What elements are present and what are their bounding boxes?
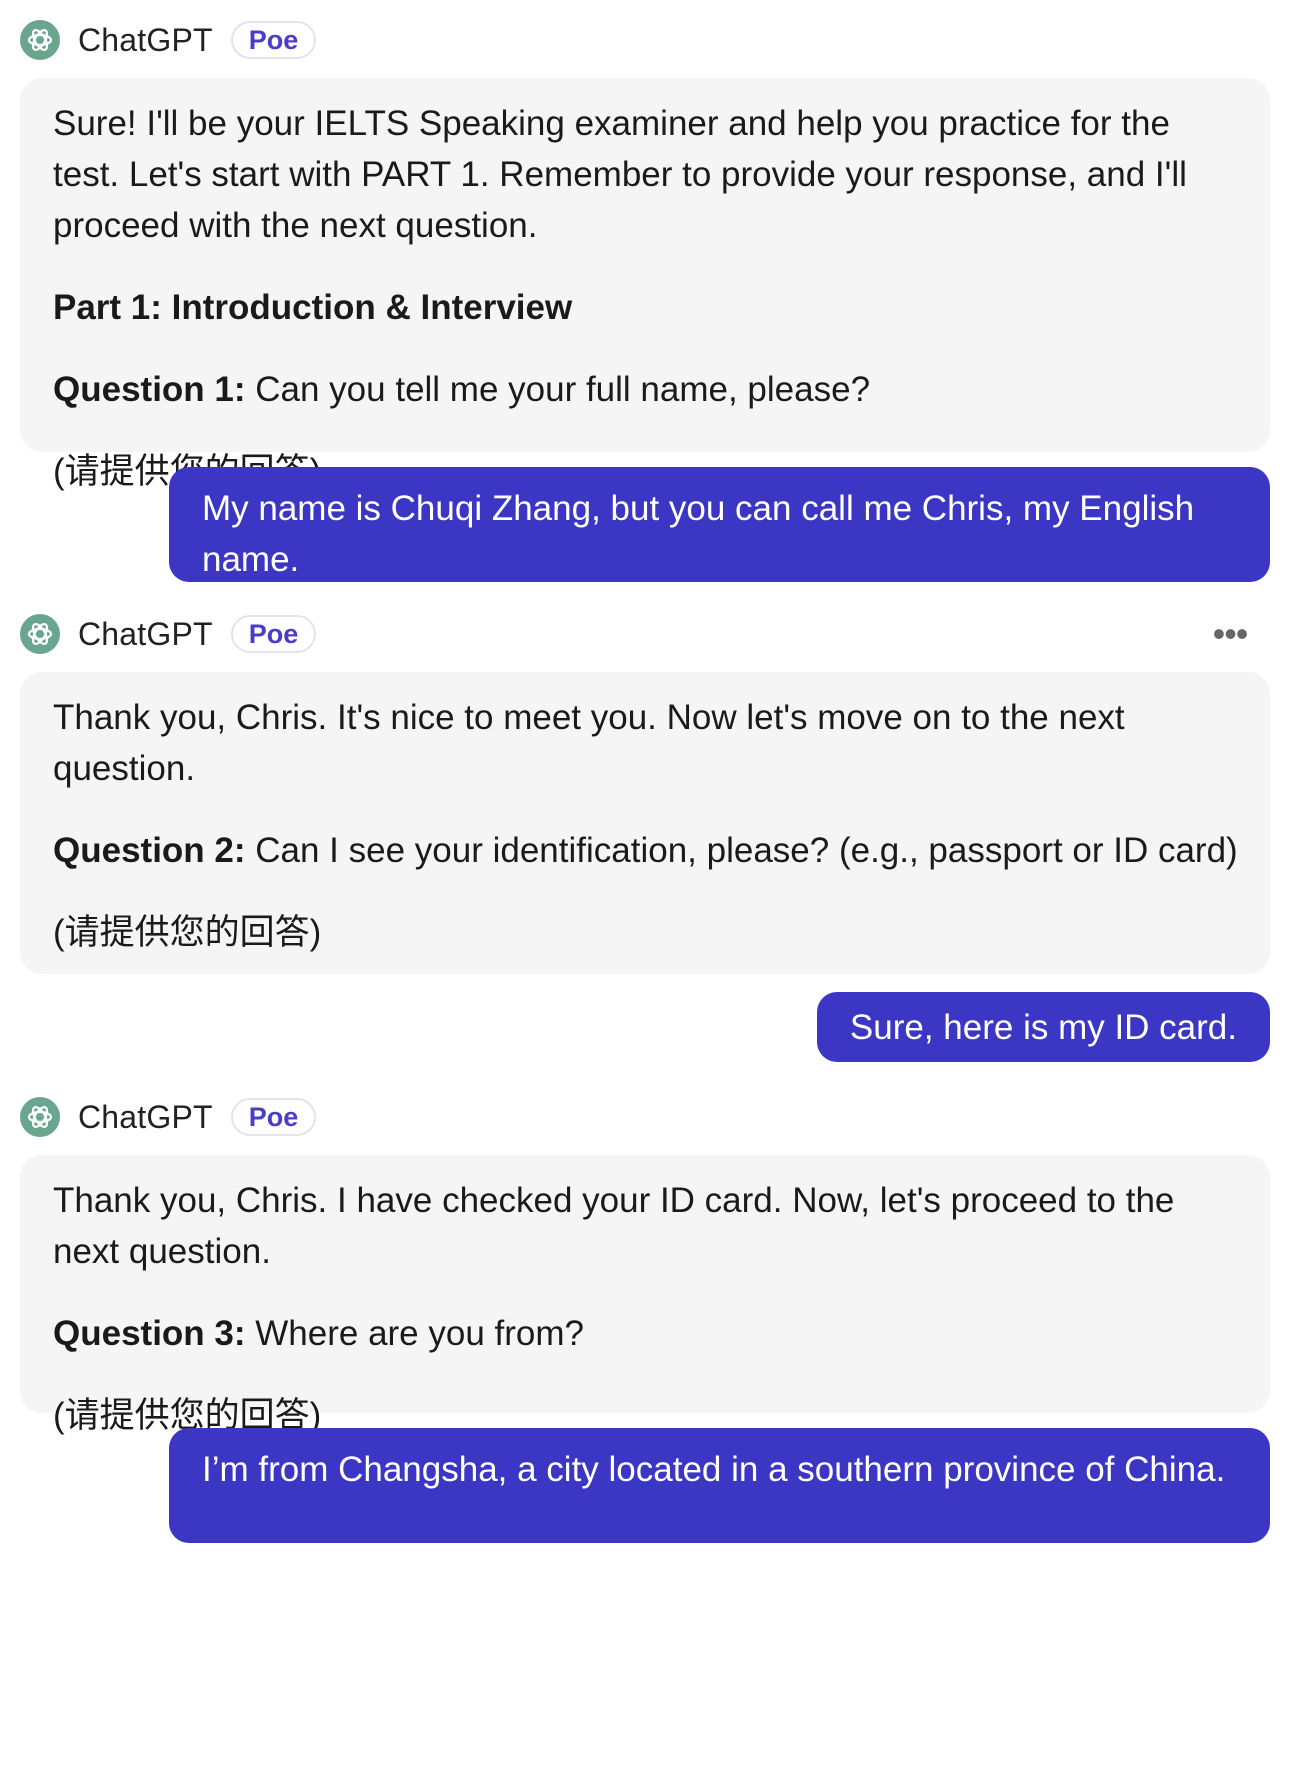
question-label: Question 3: (53, 1314, 246, 1353)
poe-badge: Poe (230, 1098, 317, 1136)
section-heading: Part 1: Introduction & Interview (53, 288, 573, 327)
bot-message-bubble: Sure! I'll be your IELTS Speaking examin… (20, 78, 1270, 491)
bot-message-header: ChatGPT Poe (20, 1095, 1270, 1139)
bot-name[interactable]: ChatGPT (78, 1099, 213, 1136)
message-text: I’m from Changsha, a city located in a s… (202, 1450, 1226, 1489)
bot-message-bubble: Thank you, Chris. I have checked your ID… (20, 1155, 1270, 1435)
question-line: Question 1: Can you tell me your full na… (53, 364, 1238, 415)
question-line: Question 2: Can I see your identificatio… (53, 825, 1238, 876)
message-text: My name is Chuqi Zhang, but you can call… (202, 489, 1195, 579)
message-text: Thank you, Chris. It's nice to meet you.… (53, 698, 1125, 788)
message-text: Sure, here is my ID card. (849, 1008, 1237, 1047)
poe-badge: Poe (230, 21, 317, 59)
chatgpt-avatar-icon[interactable] (20, 614, 60, 654)
question-text: Can you tell me your full name, please? (245, 370, 871, 409)
bot-message-bubble: Thank you, Chris. It's nice to meet you.… (20, 672, 1270, 974)
more-options-icon[interactable]: ••• (1208, 616, 1252, 652)
message-text: Sure! I'll be your IELTS Speaking examin… (53, 104, 1187, 245)
question-text: Can I see your identification, please? (… (245, 831, 1238, 870)
question-label: Question 2: (53, 831, 246, 870)
openai-logo-icon (27, 623, 53, 645)
bot-name[interactable]: ChatGPT (78, 22, 213, 59)
question-label: Question 1: (53, 370, 246, 409)
bot-message-header: ChatGPT Poe (20, 18, 1270, 62)
bot-name[interactable]: ChatGPT (78, 616, 213, 653)
chatgpt-avatar-icon[interactable] (20, 1097, 60, 1137)
chatgpt-avatar-icon[interactable] (20, 20, 60, 60)
response-prompt: (请提供您的回答) (53, 913, 322, 952)
user-message-bubble: I’m from Changsha, a city located in a s… (169, 1428, 1270, 1543)
openai-logo-icon (27, 1106, 53, 1128)
user-message-bubble: Sure, here is my ID card. (816, 992, 1270, 1062)
question-line: Question 3: Where are you from? (53, 1308, 1238, 1359)
bot-message-header: ChatGPT Poe ••• (20, 612, 1270, 656)
question-text: Where are you from? (245, 1314, 584, 1353)
user-message-bubble: My name is Chuqi Zhang, but you can call… (169, 467, 1270, 582)
openai-logo-icon (27, 29, 53, 51)
poe-badge: Poe (230, 615, 317, 653)
message-text: Thank you, Chris. I have checked your ID… (53, 1181, 1175, 1271)
